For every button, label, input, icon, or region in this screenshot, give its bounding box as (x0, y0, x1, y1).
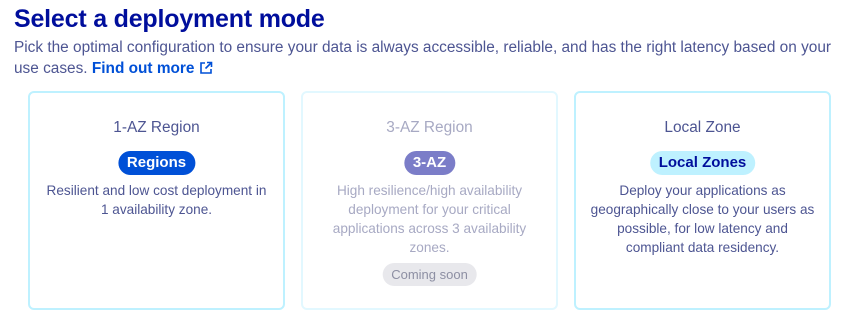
coming-soon-badge: Coming soon (382, 263, 477, 286)
find-out-more-label: Find out more (91, 60, 195, 77)
badge-local-zones: Local Zones (649, 151, 756, 175)
card-local-zone[interactable]: Local Zone Local Zones Deploy your appli… (574, 91, 831, 310)
badge-3az: 3-AZ (403, 151, 456, 175)
card-1az-region[interactable]: 1-AZ Region Regions Resilient and low co… (28, 91, 285, 310)
badge-regions: Regions (117, 151, 196, 175)
deployment-mode-cards: 1-AZ Region Regions Resilient and low co… (28, 91, 832, 311)
card-description: Deploy your applications as geographical… (590, 183, 815, 255)
card-title: Local Zone (664, 119, 741, 136)
card-description: High resilience/high availability deploy… (332, 183, 527, 255)
card-title: 1-AZ Region (113, 119, 200, 136)
page-title: Select a deployment mode (14, 5, 325, 33)
card-3az-region: 3-AZ Region 3-AZ High resilience/high av… (301, 91, 558, 310)
page-description: Pick the optimal configuration to ensure… (14, 37, 844, 81)
find-out-more-link[interactable]: Find out more (92, 60, 214, 77)
card-description: Resilient and low cost deployment in 1 a… (46, 183, 267, 217)
card-title: 3-AZ Region (386, 119, 473, 136)
external-link-icon (199, 60, 213, 81)
